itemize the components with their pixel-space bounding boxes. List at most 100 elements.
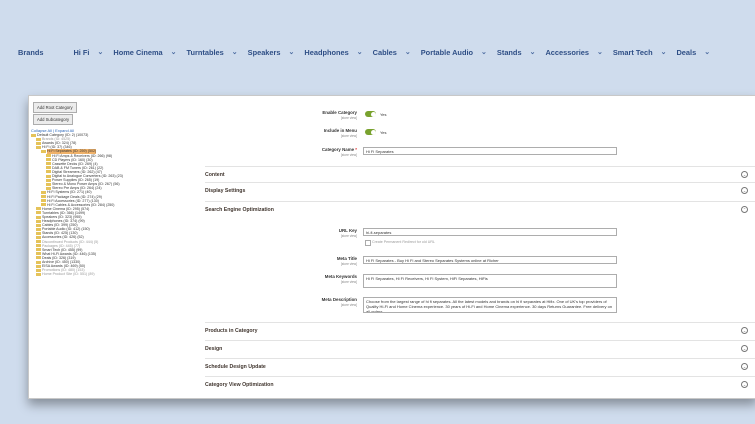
nav-item-label: Smart Tech xyxy=(612,47,653,57)
circle-chevron-icon: ⌄ xyxy=(741,187,748,194)
folder-icon xyxy=(41,203,46,207)
nav-item-label: Stands xyxy=(496,47,522,57)
meta-title-label: Meta Title [store view] xyxy=(336,256,357,266)
circle-chevron-icon: ⌄ xyxy=(741,363,748,370)
nav-item-label: Hi Fi xyxy=(73,47,90,57)
folder-icon xyxy=(36,264,41,268)
nav-item-accessories[interactable]: Accessories ⌄ xyxy=(545,48,602,57)
enable-category-toggle[interactable] xyxy=(365,111,376,117)
nav-item-home-cinema[interactable]: Home Cinema ⌄ xyxy=(113,48,176,57)
url-key-label: URL Key [store view] xyxy=(338,228,357,238)
nav-item-hi-fi[interactable]: Hi Fi ⌄ xyxy=(73,48,103,57)
folder-icon xyxy=(41,195,46,199)
folder-icon xyxy=(36,219,41,223)
folder-icon xyxy=(36,256,41,260)
nav-item-smart-tech[interactable]: Smart Tech ⌄ xyxy=(613,48,667,57)
folder-icon xyxy=(46,154,51,158)
folder-icon xyxy=(36,244,41,248)
folder-icon xyxy=(36,268,41,272)
nav-item-label: Accessories xyxy=(545,47,589,57)
nav-item-turntables[interactable]: Turntables ⌄ xyxy=(187,48,238,57)
folder-icon xyxy=(36,223,41,227)
nav-item-speakers[interactable]: Speakers ⌄ xyxy=(248,48,295,57)
include-menu-toggle[interactable] xyxy=(365,129,376,135)
enable-category-value: Yes xyxy=(380,112,387,117)
folder-icon xyxy=(31,133,36,137)
folder-icon xyxy=(46,158,51,162)
folder-icon xyxy=(36,207,41,211)
section-products-in-category[interactable]: Products in Category ⌄ xyxy=(205,322,755,338)
chevron-down-icon: ⌄ xyxy=(170,49,177,56)
chevron-down-icon: ⌄ xyxy=(288,49,295,56)
nav-item-brands[interactable]: Brands xyxy=(18,48,43,57)
folder-icon xyxy=(36,141,41,145)
section-schedule-design-update[interactable]: Schedule Design Update ⌄ xyxy=(205,358,755,374)
folder-icon xyxy=(36,215,41,219)
nav-item-label: Brands xyxy=(18,47,44,57)
meta-keywords-textarea[interactable]: Hi Fi Separates, Hi Fi Receivers, Hi Fi … xyxy=(363,274,617,288)
circle-chevron-icon: ⌄ xyxy=(741,345,748,352)
chevron-down-icon: ⌄ xyxy=(529,49,536,56)
folder-icon xyxy=(36,145,41,149)
folder-icon xyxy=(46,174,51,178)
circle-chevron-icon: ⌄ xyxy=(741,171,748,178)
folder-icon xyxy=(46,182,51,186)
category-form: Enable Category [store view] Yes Include … xyxy=(205,96,755,398)
folder-icon xyxy=(36,252,41,256)
nav-item-label: Home Cinema xyxy=(113,47,163,57)
section-display-settings[interactable]: Display Settings ⌄ xyxy=(205,182,755,198)
folder-icon xyxy=(46,178,51,182)
section-content[interactable]: Content ⌄ xyxy=(205,166,755,182)
nav-item-label: Turntables xyxy=(186,47,224,57)
folder-icon xyxy=(36,137,41,141)
folder-icon xyxy=(46,166,51,170)
redirect-checkbox[interactable] xyxy=(365,240,371,246)
folder-icon xyxy=(46,162,51,166)
section-seo[interactable]: Search Engine Optimization ⌃ xyxy=(205,201,755,217)
chevron-down-icon: ⌄ xyxy=(481,49,487,56)
chevron-down-icon: ⌄ xyxy=(231,49,238,56)
tree-node[interactable]: Home Product Site (ID: 551) (89) xyxy=(31,272,191,276)
folder-icon xyxy=(46,186,51,190)
folder-icon xyxy=(41,199,46,203)
meta-description-label: Meta Description [store view] xyxy=(321,297,357,307)
folder-icon xyxy=(46,170,51,174)
meta-title-input[interactable]: Hi Fi Separates - Buy Hi Fi and Stereo S… xyxy=(363,256,617,264)
folder-icon xyxy=(36,240,41,244)
nav-item-headphones[interactable]: Headphones ⌄ xyxy=(304,48,362,57)
folder-icon xyxy=(36,272,41,276)
nav-item-portable-audio[interactable]: Portable Audio ⌄ xyxy=(421,48,487,57)
top-navigation: Brands Hi Fi ⌄ Home Cinema ⌄ Turntables ⌄ Speak… xyxy=(0,40,755,64)
url-key-input[interactable]: hi-fi-separates xyxy=(363,228,617,236)
nav-item-label: Cables xyxy=(372,47,397,57)
circle-chevron-icon: ⌃ xyxy=(741,206,748,213)
circle-chevron-icon: ⌄ xyxy=(741,327,748,334)
nav-item-label: Portable Audio xyxy=(420,47,474,57)
nav-item-deals[interactable]: Deals ⌄ xyxy=(676,48,710,57)
chevron-down-icon: ⌄ xyxy=(97,49,104,56)
folder-icon xyxy=(36,211,41,215)
folder-icon xyxy=(36,231,41,235)
folder-icon xyxy=(41,150,46,154)
chevron-down-icon: ⌄ xyxy=(660,49,667,56)
chevron-down-icon: ⌄ xyxy=(704,49,711,56)
circle-chevron-icon: ⌄ xyxy=(741,381,748,388)
nav-item-stands[interactable]: Stands ⌄ xyxy=(497,48,536,57)
chevron-down-icon: ⌄ xyxy=(404,49,411,56)
chevron-down-icon: ⌄ xyxy=(356,49,363,56)
add-subcategory-button[interactable]: Add Subcategory xyxy=(33,114,74,125)
add-root-category-button[interactable]: Add Root Category xyxy=(33,102,77,113)
meta-description-textarea[interactable]: Choose from the largest range of hi fi s… xyxy=(363,297,617,313)
folder-icon xyxy=(36,235,41,239)
nav-item-cables[interactable]: Cables ⌄ xyxy=(373,48,411,57)
include-menu-value: Yes xyxy=(380,130,387,135)
include-menu-label: Include in Menu [store view] xyxy=(323,128,357,138)
section-category-view-optimization[interactable]: Category View Optimization ⌄ xyxy=(205,376,755,392)
category-name-input[interactable]: Hi Fi Separates xyxy=(363,147,617,155)
section-design[interactable]: Design ⌄ xyxy=(205,340,755,356)
enable-category-label: Enable Category [store view] xyxy=(322,110,357,120)
folder-icon xyxy=(36,248,41,252)
chevron-down-icon: ⌄ xyxy=(597,49,603,56)
category-name-label: Category Name * [store view] xyxy=(321,147,357,157)
folder-icon xyxy=(36,260,41,264)
